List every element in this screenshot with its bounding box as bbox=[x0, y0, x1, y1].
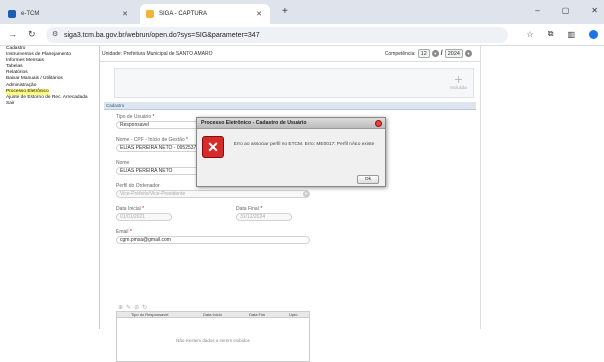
column-data-fim[interactable]: Data Fim bbox=[243, 312, 283, 317]
nome-label: Nome bbox=[116, 160, 130, 166]
tab-siga-captura[interactable]: SIGA - CAPTURA ✕ bbox=[140, 4, 270, 24]
column-upto[interactable]: Upto bbox=[283, 312, 297, 317]
side-menu: Cadastro Instrumentos de Planejamento In… bbox=[6, 46, 98, 107]
month-select[interactable]: 12 bbox=[417, 49, 430, 58]
dialog-title: Processo Eletrônico - Cadastro de Usuári… bbox=[197, 118, 385, 129]
data-final-label: Data Final * bbox=[236, 206, 263, 212]
maximize-button[interactable]: ▢ bbox=[562, 6, 570, 15]
year-select[interactable]: 2024 bbox=[444, 49, 463, 58]
month-dropdown-icon[interactable]: ▼ bbox=[431, 50, 439, 57]
browser-actions: ☆ ⧉ ▥ bbox=[527, 29, 598, 39]
perfil-label: Perfil do Ordenador bbox=[116, 183, 160, 189]
tcm-favicon-icon bbox=[8, 10, 16, 18]
close-window-button[interactable]: ✕ bbox=[591, 6, 598, 15]
date-separator: / bbox=[440, 50, 443, 57]
address-text: siga3.tcm.ba.gov.br/webrun/open.do?sys=S… bbox=[64, 31, 260, 39]
tipo-usuario-label: Tipo de Usuário * bbox=[116, 114, 155, 120]
data-inicial-field[interactable]: 01/01/2021 bbox=[116, 213, 172, 221]
column-tipo-responsavel[interactable]: Tipo do Responsavel bbox=[117, 312, 197, 317]
new-tab-button[interactable]: + bbox=[282, 6, 288, 17]
menu-item-sair[interactable]: Sair bbox=[6, 101, 98, 107]
profile-avatar[interactable] bbox=[589, 29, 598, 39]
browser-tabbar: e-TCM ✕ SIGA - CAPTURA ✕ + – ▢ ✕ bbox=[0, 0, 604, 24]
perfil-dropdown-icon[interactable]: ▼ bbox=[303, 191, 309, 197]
error-x-icon: ✕ bbox=[202, 136, 224, 158]
column-data-inicio[interactable]: Data Inicio bbox=[197, 312, 243, 317]
responsaveis-grid: Tipo do Responsavel Data Inicio Data Fim… bbox=[116, 311, 310, 362]
dialog-close-icon[interactable] bbox=[375, 120, 382, 127]
month-value: 12 bbox=[420, 50, 427, 57]
data-final-field[interactable]: 31/12/2024 bbox=[236, 213, 292, 221]
siga-favicon-icon bbox=[146, 10, 154, 18]
plus-icon: + bbox=[454, 71, 463, 87]
tab-label: e-TCM bbox=[21, 11, 40, 17]
grid-header: Tipo do Responsavel Data Inicio Data Fim… bbox=[117, 312, 309, 318]
sidebar-icon[interactable]: ▥ bbox=[567, 30, 575, 39]
tab-label: SIGA - CAPTURA bbox=[159, 11, 208, 17]
error-dialog: Processo Eletrônico - Cadastro de Usuári… bbox=[196, 117, 386, 187]
incluir-label: Inclusão bbox=[450, 85, 467, 90]
menu-item-ajuste-estorno[interactable]: Ajuste de Estorno de Rec. Arrecadada bbox=[6, 95, 98, 101]
unit-label: Unidade: Prefeitura Municipal de SANTO A… bbox=[102, 50, 213, 57]
email-field[interactable]: cgm.pmsa@gmail.com bbox=[116, 236, 310, 244]
page-content: Cadastro Instrumentos de Planejamento In… bbox=[0, 46, 604, 362]
minimize-button[interactable]: – bbox=[535, 6, 539, 15]
ok-button[interactable]: Ok bbox=[357, 175, 379, 184]
grid-toolbar: ⊕✎⊘↻ bbox=[118, 304, 150, 311]
address-bar[interactable]: ⚙ siga3.tcm.ba.gov.br/webrun/open.do?sys… bbox=[46, 27, 508, 43]
unit-bar: Unidade: Prefeitura Municipal de SANTO A… bbox=[100, 46, 480, 62]
data-inicial-label: Data Inicial * bbox=[116, 206, 145, 212]
back-icon[interactable]: → bbox=[8, 29, 17, 39]
reload-icon[interactable]: ↻ bbox=[28, 29, 36, 40]
dialog-title-text: Processo Eletrônico - Cadastro de Usuári… bbox=[201, 120, 307, 126]
incluir-button[interactable]: + Inclusão bbox=[450, 71, 467, 90]
tab-e-tcm[interactable]: e-TCM ✕ bbox=[2, 4, 136, 24]
year-dropdown-icon[interactable]: ▼ bbox=[465, 50, 472, 57]
close-tab-icon[interactable]: ✕ bbox=[256, 10, 262, 18]
menu-item-processo-eletronico[interactable]: Processo Eletrônico bbox=[6, 88, 49, 95]
dialog-message: Erro ao associar perfil no ETCM. Erro: M… bbox=[233, 142, 375, 147]
email-label: Email * bbox=[116, 229, 132, 235]
perfil-select[interactable]: Vice-Prefeito/Vice-Presidente bbox=[116, 190, 310, 198]
competencia-selector: Competência: 12 ▼ / 2024 ▼ bbox=[385, 49, 472, 58]
year-value: 2024 bbox=[447, 50, 460, 57]
tab-cadastro[interactable]: Cadastro bbox=[104, 102, 476, 110]
main-panel: Unidade: Prefeitura Municipal de SANTO A… bbox=[99, 46, 481, 362]
extensions-icon[interactable]: ⧉ bbox=[548, 29, 554, 39]
grid-empty-message: Não existem dados a serem exibidos bbox=[176, 338, 250, 343]
site-info-icon[interactable]: ⚙ bbox=[52, 30, 58, 38]
bookmark-star-icon[interactable]: ☆ bbox=[527, 30, 534, 39]
browser-toolbar: → ↻ ⚙ siga3.tcm.ba.gov.br/webrun/open.do… bbox=[0, 24, 604, 46]
nome-cpf-label: Nome - CPF - Início de Gestão * bbox=[116, 137, 188, 143]
window-controls: – ▢ ✕ bbox=[535, 6, 604, 15]
competencia-label: Competência: bbox=[384, 50, 416, 57]
toolbar-banner: + Inclusão bbox=[114, 68, 474, 98]
close-tab-icon[interactable]: ✕ bbox=[122, 10, 128, 18]
